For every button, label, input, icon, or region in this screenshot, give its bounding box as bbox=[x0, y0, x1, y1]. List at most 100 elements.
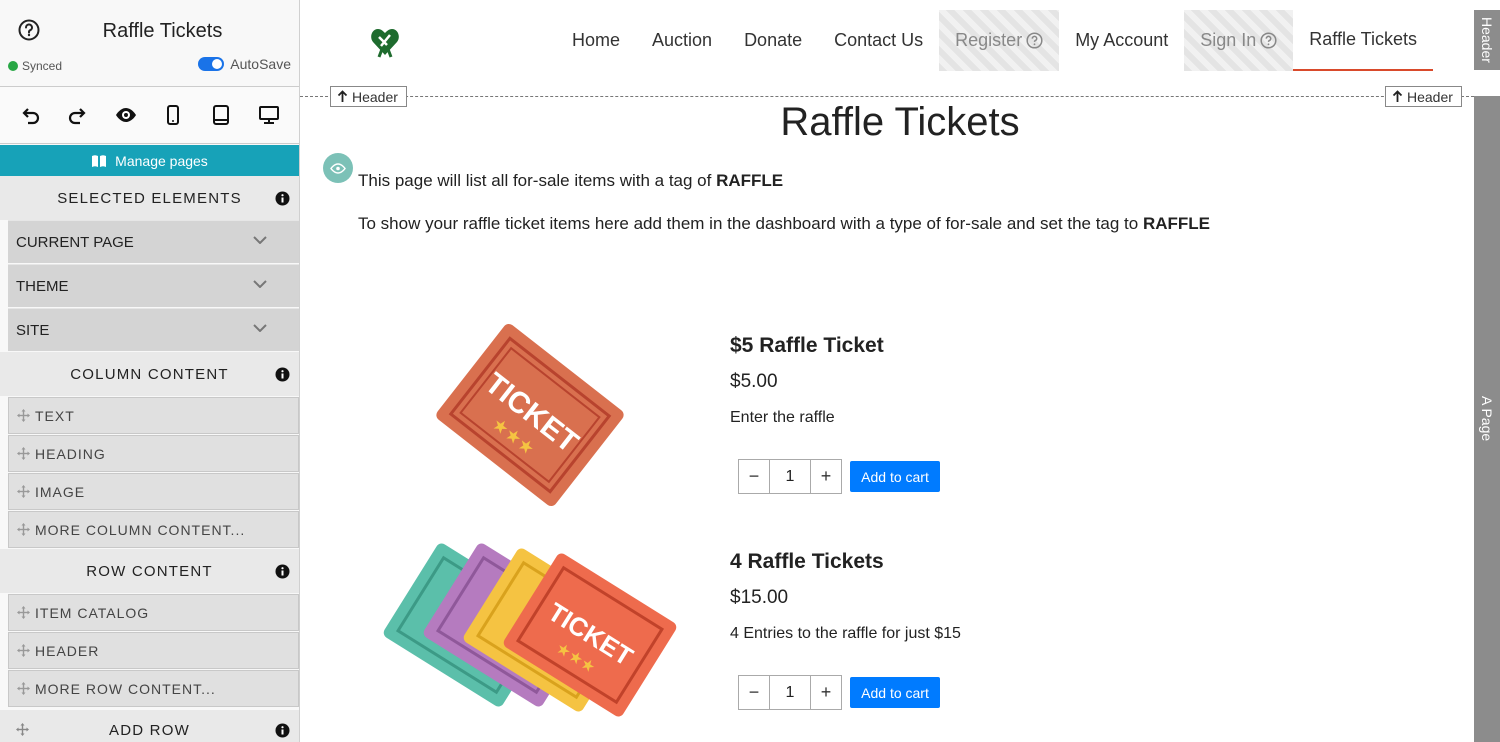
product-description: Enter the raffle bbox=[730, 409, 835, 426]
increment-button[interactable]: + bbox=[810, 675, 842, 710]
desktop-icon bbox=[259, 106, 280, 124]
header-section-tab[interactable]: Header bbox=[1474, 10, 1500, 70]
eye-icon bbox=[330, 162, 346, 174]
chevron-down-icon bbox=[253, 324, 267, 332]
add-row-button[interactable]: ADD ROW bbox=[0, 710, 299, 742]
nav-donate[interactable]: Donate bbox=[728, 10, 818, 71]
site-logo[interactable] bbox=[370, 25, 400, 58]
nav-my-account[interactable]: My Account bbox=[1059, 10, 1184, 71]
product-price: $15.00 bbox=[730, 587, 789, 608]
product-description: 4 Entries to the raffle for just $15 bbox=[730, 625, 961, 642]
single-ticket-image: TICKET ★★★ bbox=[420, 310, 640, 520]
intro-text: This page will list all for-sale items w… bbox=[358, 171, 783, 191]
section-divider bbox=[300, 96, 1474, 97]
chevron-down-icon bbox=[253, 280, 267, 288]
autosave-label: AutoSave bbox=[230, 56, 291, 72]
autosave-toggle[interactable]: AutoSave bbox=[198, 56, 291, 72]
preview-button[interactable] bbox=[112, 101, 140, 129]
toggle-switch-icon[interactable] bbox=[198, 57, 225, 71]
product-name: $5 Raffle Ticket bbox=[730, 334, 884, 357]
selected-elements-label: SELECTED ELEMENTS bbox=[57, 189, 242, 207]
info-icon[interactable] bbox=[275, 367, 290, 382]
visibility-toggle[interactable] bbox=[323, 153, 353, 183]
drag-handle-icon bbox=[17, 606, 30, 619]
tablet-view-button[interactable] bbox=[207, 101, 235, 129]
nav-donate-label: Donate bbox=[744, 30, 803, 50]
drag-handle-icon bbox=[17, 644, 30, 657]
decrement-button[interactable]: − bbox=[738, 459, 770, 494]
nav-home[interactable]: Home bbox=[556, 10, 636, 71]
column-content-label: COLUMN CONTENT bbox=[70, 365, 229, 383]
nav-my-account-label: My Account bbox=[1075, 30, 1169, 50]
chevron-down-icon bbox=[253, 236, 267, 244]
heading-element-label: HEADING bbox=[35, 445, 106, 462]
theme-accordion[interactable]: THEME bbox=[8, 264, 299, 307]
decrement-button[interactable]: − bbox=[738, 675, 770, 710]
column-content-heading: COLUMN CONTENT bbox=[0, 352, 299, 396]
drag-handle-icon bbox=[16, 723, 29, 736]
image-element[interactable]: IMAGE bbox=[8, 473, 299, 510]
nav-raffle-tickets[interactable]: Raffle Tickets bbox=[1293, 10, 1433, 71]
more-row-content-label: MORE ROW CONTENT... bbox=[35, 680, 216, 697]
page-section-tab-label: A Page bbox=[1479, 396, 1495, 442]
info-icon[interactable] bbox=[275, 723, 290, 738]
increment-button[interactable]: + bbox=[810, 459, 842, 494]
nav-contact-us[interactable]: Contact Us bbox=[818, 10, 939, 71]
row-content-heading: ROW CONTENT bbox=[0, 549, 299, 593]
current-page-accordion[interactable]: CURRENT PAGE bbox=[8, 220, 299, 263]
more-row-content[interactable]: MORE ROW CONTENT... bbox=[8, 670, 299, 707]
help-icon[interactable] bbox=[18, 19, 40, 41]
quantity-value[interactable]: 1 bbox=[770, 459, 810, 494]
header-element-label: HEADER bbox=[35, 642, 100, 659]
sidebar-title: Raffle Tickets bbox=[102, 20, 223, 42]
intro-tag: RAFFLE bbox=[716, 171, 784, 190]
text-element[interactable]: TEXT bbox=[8, 397, 299, 434]
manage-pages-button[interactable]: Manage pages bbox=[0, 145, 299, 176]
instructions-tag: RAFFLE bbox=[1142, 214, 1211, 233]
mobile-view-button[interactable] bbox=[159, 101, 187, 129]
synced-dot-icon bbox=[8, 61, 18, 71]
eye-icon bbox=[115, 108, 136, 122]
editor-toolbar bbox=[0, 86, 299, 144]
info-icon[interactable] bbox=[275, 564, 290, 579]
page-canvas: Home Auction Donate Contact Us Register … bbox=[300, 0, 1500, 742]
add-row-label: ADD ROW bbox=[109, 721, 190, 739]
nav-sign-in[interactable]: Sign In bbox=[1184, 10, 1294, 71]
desktop-view-button[interactable] bbox=[255, 101, 283, 129]
header-element[interactable]: HEADER bbox=[8, 632, 299, 669]
redo-icon bbox=[68, 108, 86, 125]
undo-button[interactable] bbox=[16, 101, 44, 129]
quantity-stepper: − 1 + bbox=[738, 459, 842, 494]
site-accordion[interactable]: SITE bbox=[8, 308, 299, 351]
book-icon bbox=[92, 154, 107, 167]
add-to-cart-button[interactable]: Add to cart bbox=[850, 461, 940, 492]
product-price: $5.00 bbox=[730, 371, 778, 392]
info-icon[interactable] bbox=[275, 191, 290, 206]
sync-status-label: Synced bbox=[22, 59, 63, 73]
nav-auction[interactable]: Auction bbox=[636, 10, 728, 71]
add-to-cart-button[interactable]: Add to cart bbox=[850, 677, 940, 708]
nav-register[interactable]: Register bbox=[939, 10, 1060, 71]
heading-element[interactable]: HEADING bbox=[8, 435, 299, 472]
sync-status: Synced bbox=[8, 59, 62, 73]
more-column-content[interactable]: MORE COLUMN CONTENT... bbox=[8, 511, 299, 548]
quantity-value[interactable]: 1 bbox=[770, 675, 810, 710]
item-catalog-label: ITEM CATALOG bbox=[35, 604, 150, 621]
undo-icon bbox=[22, 108, 39, 125]
item-catalog-element[interactable]: ITEM CATALOG bbox=[8, 594, 299, 631]
current-page-label: CURRENT PAGE bbox=[16, 233, 134, 251]
drag-handle-icon bbox=[17, 409, 30, 422]
nav-auction-label: Auction bbox=[652, 30, 713, 50]
manage-pages-label: Manage pages bbox=[115, 152, 208, 169]
selected-elements-heading: SELECTED ELEMENTS bbox=[0, 176, 299, 220]
drag-handle-icon bbox=[17, 682, 30, 695]
page-section-tab[interactable]: A Page bbox=[1474, 96, 1500, 742]
redo-button[interactable] bbox=[64, 101, 92, 129]
nav-sign-in-label: Sign In bbox=[1200, 30, 1257, 50]
intro-text-prefix: This page will list all for-sale items w… bbox=[358, 171, 717, 190]
drag-handle-icon bbox=[17, 523, 30, 536]
question-circle-icon[interactable] bbox=[1260, 32, 1277, 49]
mobile-icon bbox=[167, 105, 180, 125]
page-title: Raffle Tickets bbox=[780, 100, 1020, 144]
question-circle-icon[interactable] bbox=[1026, 32, 1043, 49]
